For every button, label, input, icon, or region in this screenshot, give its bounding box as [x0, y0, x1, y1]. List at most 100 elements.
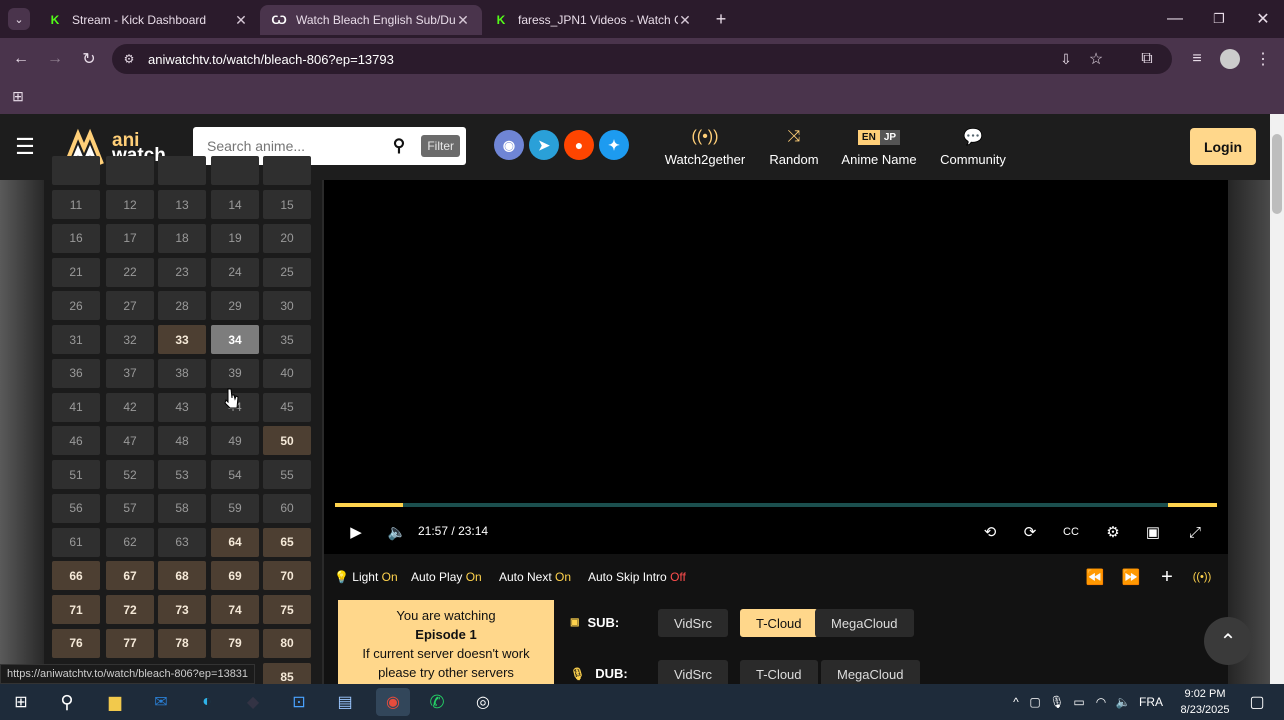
episode-button[interactable]: 60	[263, 493, 311, 523]
sub-server-vidsrc[interactable]: VidSrc	[658, 609, 729, 637]
episode-button[interactable]: 24	[211, 257, 259, 287]
settings-gear-icon[interactable]: ⚙	[1100, 521, 1126, 543]
episode-button[interactable]: 55	[263, 460, 311, 489]
episode-button[interactable]: 76	[52, 628, 100, 658]
episode-button[interactable]: 71	[52, 595, 100, 624]
reddit-icon[interactable]: ●	[564, 130, 594, 160]
episode-button[interactable]: 28	[158, 291, 206, 321]
usb-icon[interactable]: ▢	[1024, 695, 1046, 709]
discord-icon[interactable]: ◉	[494, 130, 524, 160]
battery-icon[interactable]: ▭	[1068, 695, 1090, 709]
toggle-autoplay[interactable]: Auto Play On	[411, 570, 482, 584]
episode-button[interactable]: 33	[158, 325, 206, 354]
episode-button[interactable]: 17	[106, 223, 154, 253]
episode-button[interactable]: 26	[52, 291, 100, 321]
fullscreen-icon[interactable]: ⤢	[1182, 521, 1208, 543]
episode-button[interactable]: 21	[52, 257, 100, 287]
episode-button[interactable]: 49	[211, 426, 259, 456]
chrome-icon[interactable]: ◉	[376, 688, 410, 716]
episode-button[interactable]: 12	[106, 190, 154, 219]
episode-button[interactable]: 62	[106, 527, 154, 557]
episode-button[interactable]: 31	[52, 325, 100, 354]
notepad-icon[interactable]: ▤	[330, 688, 360, 716]
reload-icon[interactable]: ↻	[78, 48, 100, 70]
episode-button[interactable]: 75	[263, 595, 311, 624]
next-episode-icon[interactable]: ⏩	[1120, 566, 1142, 588]
sub-server-tcloud[interactable]: T-Cloud	[740, 609, 818, 637]
nav-watch2gether[interactable]: ((•)) Watch2gether	[660, 126, 750, 167]
episode-button[interactable]: 74	[211, 595, 259, 624]
episode-button[interactable]: 52	[106, 460, 154, 489]
clock[interactable]: 9:02 PM 8/23/2025	[1172, 686, 1238, 718]
episode-button[interactable]: 18	[158, 223, 206, 253]
game-controller-icon[interactable]: ◆	[238, 688, 268, 716]
episode-button[interactable]: 79	[211, 628, 259, 658]
speaker-icon[interactable]: 🔈	[1112, 695, 1134, 709]
episode-button[interactable]: 35	[263, 325, 311, 354]
notifications-icon[interactable]: ▢	[1242, 688, 1272, 716]
episode-button[interactable]: 42	[106, 392, 154, 422]
episode-button[interactable]: 73	[158, 595, 206, 624]
rewind-10-icon[interactable]: ⟲	[976, 521, 1004, 543]
filter-button[interactable]: Filter	[421, 135, 460, 157]
episode-button[interactable]: 34	[211, 325, 259, 354]
episode-button[interactable]: 40	[263, 358, 311, 388]
install-app-icon[interactable]: ⇩	[1056, 49, 1076, 69]
nav-community[interactable]: 💬 Community	[934, 126, 1012, 167]
episode-button[interactable]: 53	[158, 460, 206, 489]
dub-server-tcloud[interactable]: T-Cloud	[740, 660, 818, 684]
episode-button[interactable]: 37	[106, 358, 154, 388]
login-button[interactable]: Login	[1190, 128, 1256, 165]
dub-server-megacloud[interactable]: MegaCloud	[821, 660, 920, 684]
episode-button[interactable]: 23	[158, 257, 206, 287]
dub-server-vidsrc[interactable]: VidSrc	[658, 660, 729, 684]
episode-button[interactable]: 68	[158, 561, 206, 591]
wifi-icon[interactable]: ◠	[1090, 695, 1112, 709]
close-tab-icon[interactable]: ✕	[678, 12, 692, 29]
episode-button[interactable]	[106, 156, 154, 185]
episode-button[interactable]: 38	[158, 358, 206, 388]
episode-button[interactable]: 50	[263, 426, 311, 456]
close-tab-icon[interactable]: ✕	[234, 12, 248, 29]
episode-button[interactable]: 16	[52, 223, 100, 253]
picture-in-picture-icon[interactable]: ▣	[1140, 521, 1166, 543]
episode-button[interactable]: 77	[106, 628, 154, 658]
site-info-icon[interactable]: ⚙	[120, 50, 138, 68]
nav-anime-name[interactable]: EN JP Anime Name	[836, 126, 922, 167]
episode-button[interactable]	[52, 156, 100, 185]
toggle-autoskip-intro[interactable]: Auto Skip Intro Off	[588, 570, 686, 584]
tab-faress-videos[interactable]: K faress_JPN1 Videos - Watch On ✕	[482, 5, 704, 35]
store-icon[interactable]: ⊡	[284, 688, 314, 716]
episode-button[interactable]: 61	[52, 527, 100, 557]
close-window-icon[interactable]: ✕	[1252, 8, 1274, 30]
volume-icon[interactable]: 🔈	[384, 521, 410, 543]
episode-button[interactable]: 85	[263, 662, 311, 684]
menu-kebab-icon[interactable]: ⋮	[1252, 48, 1274, 70]
nav-random[interactable]: ⤨ Random	[764, 126, 824, 167]
episode-button[interactable]: 63	[158, 527, 206, 557]
back-icon[interactable]: ←	[10, 48, 32, 70]
episode-button[interactable]	[158, 156, 206, 185]
windows-start-icon[interactable]: ⊞	[6, 688, 36, 716]
episode-button[interactable]: 66	[52, 561, 100, 591]
episode-button[interactable]: 41	[52, 392, 100, 422]
episode-button[interactable]: 46	[52, 426, 100, 456]
search-icon[interactable]: ⚲	[389, 136, 409, 156]
telegram-icon[interactable]: ➤	[529, 130, 559, 160]
previous-episode-icon[interactable]: ⏪	[1084, 566, 1106, 588]
episode-button[interactable]: 19	[211, 223, 259, 253]
hamburger-menu-icon[interactable]: ☰	[12, 134, 38, 160]
scroll-to-top-button[interactable]: ⌃	[1204, 617, 1252, 665]
episode-button[interactable]: 27	[106, 291, 154, 321]
episode-button[interactable]: 70	[263, 561, 311, 591]
play-icon[interactable]: ▶	[344, 521, 368, 543]
twitter-icon[interactable]: ✦	[599, 130, 629, 160]
toggle-light[interactable]: 💡 Light On	[334, 570, 398, 584]
profile-avatar[interactable]	[1220, 49, 1240, 69]
progress-bar[interactable]	[335, 503, 1217, 507]
episode-button[interactable]: 78	[158, 628, 206, 658]
episode-button[interactable]: 39	[211, 358, 259, 388]
obs-icon[interactable]: ◎	[468, 688, 498, 716]
bookmark-star-icon[interactable]: ☆	[1086, 49, 1106, 69]
close-tab-icon[interactable]: ✕	[456, 12, 470, 29]
